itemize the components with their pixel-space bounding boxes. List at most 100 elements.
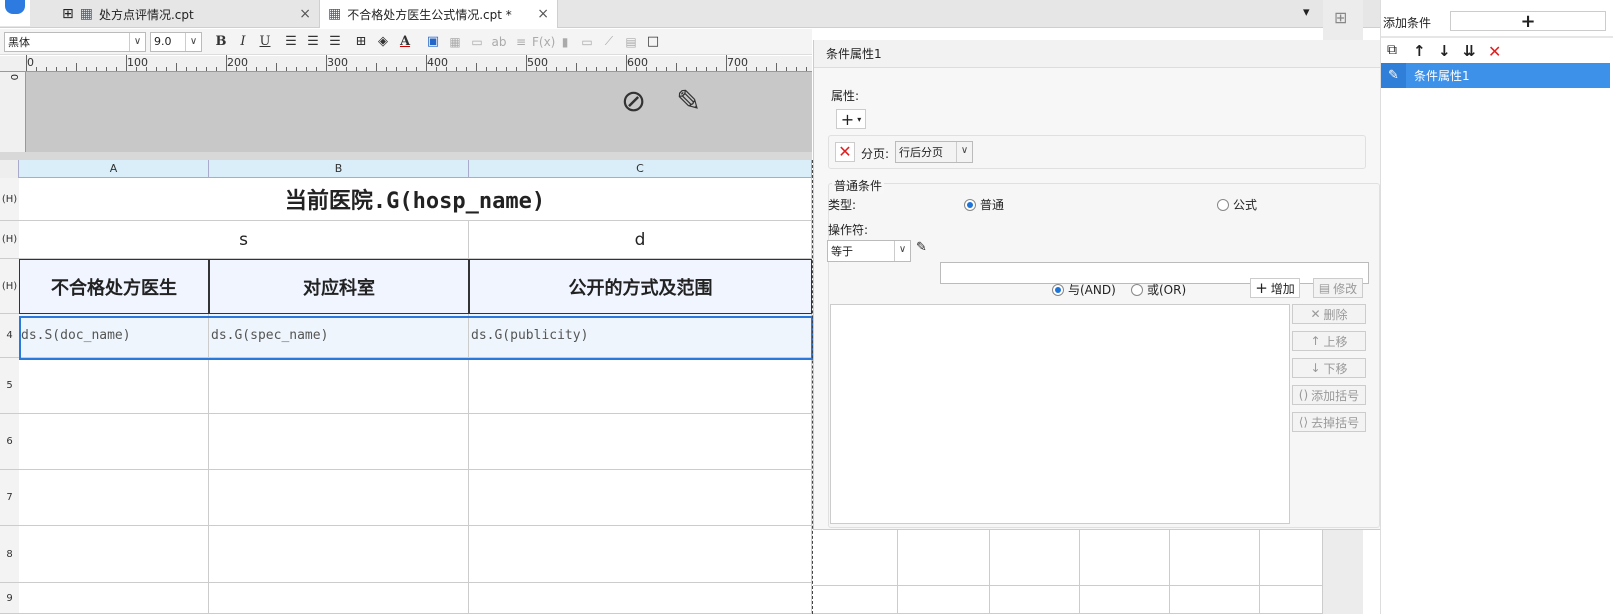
type-formula-radio[interactable]: 公式 (1217, 196, 1257, 213)
empty-cell[interactable] (469, 583, 812, 614)
font-size-select[interactable]: 9.0 ∨ (150, 31, 202, 52)
italic-button[interactable]: I (232, 34, 254, 49)
chevron-down-icon: ∨ (129, 32, 145, 51)
empty-cell[interactable] (19, 526, 209, 583)
empty-cell[interactable] (469, 470, 812, 526)
bold-button[interactable]: B (210, 34, 232, 49)
paren-icon: () (1298, 388, 1309, 402)
slash-icon[interactable]: ⟋ (598, 34, 620, 49)
delete-icon[interactable]: ✕ (1488, 42, 1501, 61)
align-right-icon[interactable]: ☰ (324, 34, 346, 49)
move-bottom-icon[interactable]: ⇊ (1463, 42, 1476, 60)
cell-header-department[interactable]: 对应科室 (209, 259, 469, 314)
add-paren-button[interactable]: () 添加括号 (1292, 385, 1366, 405)
add-attr-button[interactable]: + ▾ (836, 109, 866, 129)
empty-cell[interactable] (469, 414, 812, 470)
or-radio[interactable]: 或(OR) (1131, 281, 1186, 298)
add-condition-panel-button[interactable]: + (1450, 11, 1606, 32)
font-family-select[interactable]: 黑体 ∨ (4, 31, 146, 52)
report-icon: ▦ (328, 6, 342, 22)
cell-title[interactable]: 当前医院.G(hosp_name) (19, 178, 812, 221)
tab-menu-icon[interactable]: ▾ (1303, 5, 1310, 20)
add-condition-button[interactable]: + 增加 (1250, 278, 1300, 298)
formula-icon[interactable]: F(x) (532, 35, 555, 49)
ruler-minor-tick (596, 67, 597, 71)
tab-unqualified-doctors[interactable]: ▦ 不合格处方医生公式情况.cpt * × (320, 0, 558, 28)
column-c[interactable]: C (469, 160, 812, 178)
column-b[interactable]: B (209, 160, 469, 178)
fill-color-icon[interactable]: ◈ (372, 34, 394, 49)
merge-icon[interactable]: ▭ (466, 35, 488, 49)
ruler-minor-tick (406, 67, 407, 71)
image-icon[interactable]: ▣ (422, 34, 444, 49)
condition-item[interactable]: ✎ 条件属性1 (1381, 63, 1610, 88)
edit-condition-button[interactable]: ▤ 修改 (1313, 278, 1363, 298)
eye-slash-icon[interactable]: ⊘ (621, 84, 646, 119)
tab-label: 处方点评情况.cpt (98, 7, 194, 22)
lines-icon[interactable]: ≡ (510, 35, 532, 49)
cell-sub-right[interactable]: d (469, 221, 812, 259)
condition-list[interactable] (830, 304, 1290, 524)
row-header[interactable]: 4 (0, 314, 19, 358)
copy-icon[interactable]: ⧉ (1387, 42, 1397, 58)
move-down-button[interactable]: ↓ 下移 (1292, 358, 1366, 378)
cell-header-doctor[interactable]: 不合格处方医生 (19, 259, 209, 314)
remove-paren-button[interactable]: ⟨⟩ 去掉括号 (1292, 412, 1366, 432)
row-header[interactable]: 8 (0, 526, 19, 583)
font-color-button[interactable]: A (394, 34, 416, 49)
empty-cell[interactable] (469, 526, 812, 583)
arrow-up-icon[interactable]: ↑ (1413, 42, 1426, 60)
empty-cell[interactable] (19, 583, 209, 614)
border-icon[interactable]: ⊞ (350, 34, 372, 49)
border-style-icon[interactable]: □ (642, 34, 664, 49)
pencil-icon[interactable]: ✎ (676, 84, 701, 119)
empty-cell[interactable] (209, 358, 469, 414)
row-header[interactable]: (H) (0, 259, 19, 314)
tab-prescription-review[interactable]: ⊞ ▦ 处方点评情况.cpt × (54, 0, 320, 28)
underline-button[interactable]: U (254, 34, 276, 49)
picture-icon[interactable]: ▭ (576, 35, 598, 49)
radio-label: 与(AND) (1068, 283, 1116, 297)
empty-cell[interactable] (209, 470, 469, 526)
condition-dialog: 条件属性1 属性: + ▾ ✕ 分页: 行后分页 ∨ 普通条件 类型: 普通 公式 … (813, 40, 1385, 530)
cell-header-publicity[interactable]: 公开的方式及范围 (469, 259, 812, 314)
empty-cell[interactable] (209, 414, 469, 470)
abc-edit-icon[interactable]: ✎ (916, 240, 927, 255)
empty-cell[interactable] (209, 526, 469, 583)
and-radio[interactable]: 与(AND) (1052, 281, 1116, 298)
grid-icon[interactable]: ▦ (444, 35, 466, 49)
align-left-icon[interactable]: ☰ (280, 34, 302, 49)
cell-sub-left[interactable]: s (19, 221, 469, 259)
selection-highlight (19, 316, 813, 360)
delete-condition-button[interactable]: ✕ 删除 (1292, 304, 1366, 324)
empty-cell[interactable] (209, 583, 469, 614)
pencil-icon[interactable]: ✎ (1381, 63, 1406, 88)
app-logo-icon[interactable] (0, 0, 30, 26)
layout-icon[interactable]: ⊞ (1334, 8, 1347, 27)
row-header[interactable]: 5 (0, 358, 19, 414)
empty-cell[interactable] (19, 470, 209, 526)
operator-select[interactable]: 等于 ∨ (827, 240, 911, 262)
empty-cell[interactable] (19, 414, 209, 470)
page-icon[interactable]: ▤ (620, 35, 642, 49)
chart-icon[interactable]: ▮ (554, 35, 576, 49)
row-header[interactable]: 9 (0, 583, 19, 614)
move-up-button[interactable]: ↑ 上移 (1292, 331, 1366, 351)
remove-attr-icon[interactable]: ✕ (835, 142, 855, 162)
text-icon[interactable]: ab (488, 35, 510, 49)
row-header[interactable]: (H) (0, 221, 19, 259)
row-header[interactable]: 6 (0, 414, 19, 470)
page-break-select[interactable]: 行后分页 ∨ (895, 141, 973, 163)
ruler-tick-label: 500 (527, 56, 548, 69)
type-normal-radio[interactable]: 普通 (964, 196, 1004, 213)
align-center-icon[interactable]: ☰ (302, 34, 324, 49)
empty-cell[interactable] (19, 358, 209, 414)
button-label: 去掉括号 (1311, 415, 1360, 430)
empty-cell[interactable] (469, 358, 812, 414)
row-header[interactable]: 7 (0, 470, 19, 526)
column-a[interactable]: A (19, 160, 209, 178)
close-icon[interactable]: × (537, 6, 549, 22)
row-header[interactable]: (H) (0, 178, 19, 221)
arrow-down-icon[interactable]: ↓ (1438, 42, 1451, 60)
close-icon[interactable]: × (299, 6, 311, 22)
